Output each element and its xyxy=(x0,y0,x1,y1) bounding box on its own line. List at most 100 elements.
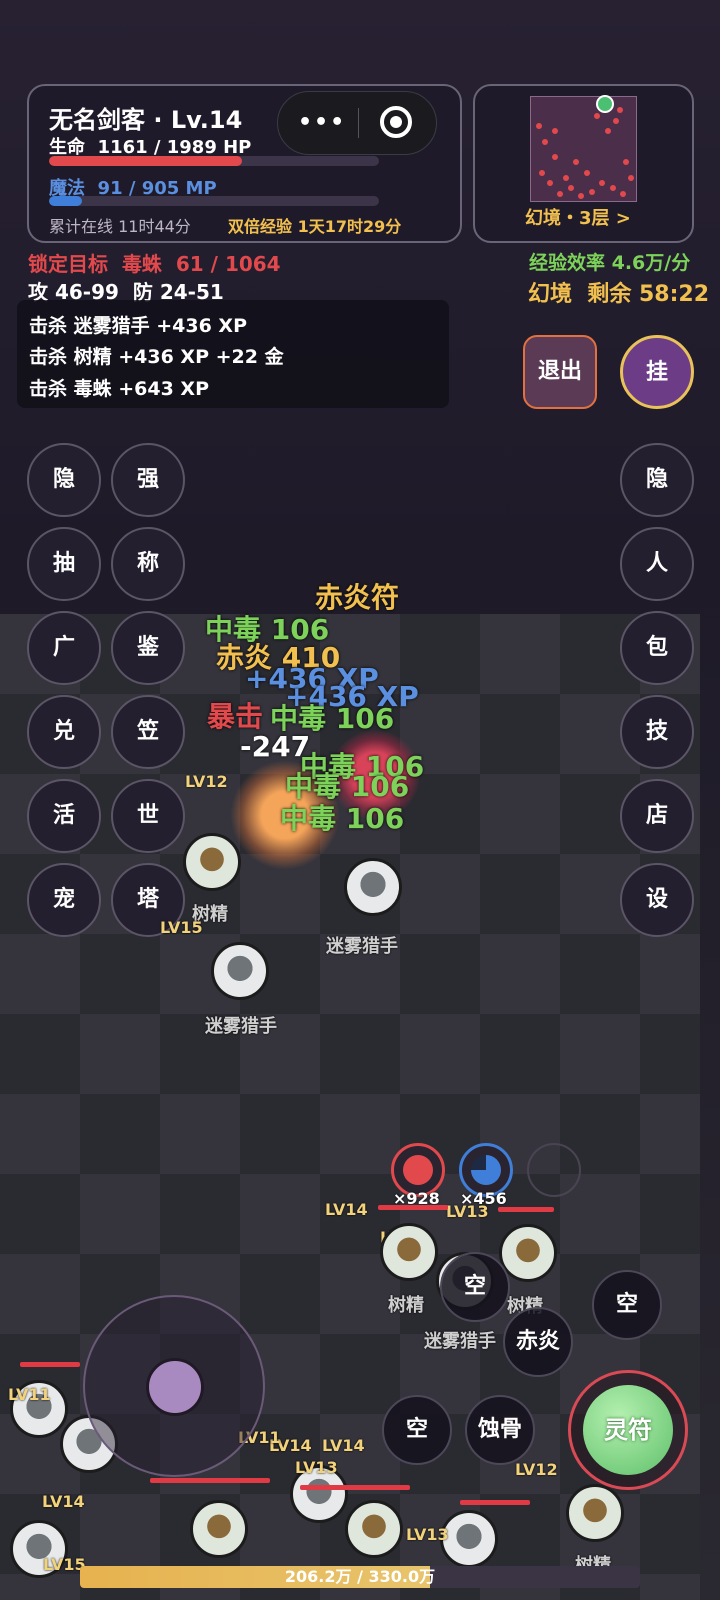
monster-hp-bar xyxy=(300,1485,410,1490)
empty-potion-slot[interactable] xyxy=(527,1143,581,1197)
minimap-monster-dot xyxy=(562,175,569,181)
menu-button-pets[interactable]: 宠 xyxy=(27,863,101,937)
minimap-monster-dot xyxy=(536,123,543,129)
minimap-monster-dot xyxy=(583,169,590,176)
menu-button-hide[interactable]: 隐 xyxy=(27,443,101,517)
lingfu-ring: 灵符 xyxy=(568,1370,688,1490)
menu-button-broadcast[interactable]: 广 xyxy=(27,611,101,685)
xp-efficiency: 经验效率 4.6万/分 xyxy=(529,252,691,274)
minimap-floor-label[interactable]: 幻境・3层 > xyxy=(525,204,631,230)
tree-spirit-monster[interactable] xyxy=(190,1500,248,1558)
minimap-monster-dot xyxy=(539,169,546,176)
menu-button-hat[interactable]: 笠 xyxy=(111,695,185,769)
menu-button-settings[interactable]: 设 xyxy=(620,863,694,937)
minimap-area xyxy=(530,96,637,202)
minimap-monster-dot xyxy=(627,175,634,181)
monster-name: 迷雾猎手 xyxy=(205,1016,277,1037)
menu-button-character[interactable]: 人 xyxy=(620,527,694,601)
monster-level: LV11 xyxy=(8,1385,51,1404)
record-icon[interactable] xyxy=(380,106,412,138)
mist-hunter-monster[interactable] xyxy=(344,858,402,916)
monster-level: LV14 xyxy=(322,1436,365,1455)
monster-level: LV14 xyxy=(325,1200,368,1219)
capsule-divider xyxy=(358,108,359,138)
menu-button-draw[interactable]: 抽 xyxy=(27,527,101,601)
monster-level: LV12 xyxy=(185,772,228,791)
skill-shigu-button[interactable]: 蚀骨 xyxy=(465,1395,535,1465)
mp-potion-icon xyxy=(471,1155,501,1185)
kill-log-entry: 击杀 树精 +436 XP +22 金 xyxy=(29,346,284,368)
joystick-knob[interactable] xyxy=(146,1358,204,1416)
tree-spirit-monster[interactable] xyxy=(499,1224,557,1282)
auto-hang-button[interactable]: 挂 xyxy=(620,335,694,409)
monster-name: 树精 xyxy=(388,1295,424,1316)
damage-text: 中毒 106 xyxy=(280,802,405,835)
menu-button-world[interactable]: 世 xyxy=(111,779,185,853)
crit-text: 暴击 xyxy=(207,700,264,733)
menu-button-titles[interactable]: 称 xyxy=(111,527,185,601)
monster-level: LV13 xyxy=(295,1458,338,1477)
menu-button-bag[interactable]: 包 xyxy=(620,611,694,685)
minimap-monster-dot xyxy=(567,185,574,192)
minimap-monster-dot xyxy=(604,128,611,135)
monster-name: 迷雾猎手 xyxy=(326,936,398,957)
monster-level: LV14 xyxy=(42,1492,85,1511)
virtual-joystick[interactable] xyxy=(83,1295,265,1477)
menu-button-events[interactable]: 活 xyxy=(27,779,101,853)
realm-remaining: 幻境 剩余 58:22 xyxy=(528,282,710,307)
minimap-monster-dot xyxy=(609,185,616,192)
hp-potion-icon xyxy=(403,1155,433,1185)
tree-spirit-monster[interactable] xyxy=(380,1223,438,1281)
kill-log-entry: 击杀 迷雾猎手 +436 XP xyxy=(29,315,247,337)
minimap[interactable]: 幻境・3层 > xyxy=(473,84,694,243)
player-status-panel: 无名剑客 · Lv.14 ••• 生命 1161 / 1989 HP 魔法 91… xyxy=(27,84,462,243)
minimap-monster-dot xyxy=(623,159,630,166)
monster-hp-bar xyxy=(378,1205,448,1210)
minimap-monster-dot xyxy=(620,190,627,197)
tree-spirit-monster[interactable] xyxy=(566,1484,624,1542)
hp-bar xyxy=(49,156,379,166)
lingfu-skill-button[interactable]: 灵符 xyxy=(583,1385,673,1475)
menu-button-shop[interactable]: 店 xyxy=(620,779,694,853)
exit-button[interactable]: 退出 xyxy=(523,335,597,409)
locked-target: 锁定目标 毒蛛 61 / 1064 xyxy=(28,252,281,276)
minimap-monster-dot xyxy=(552,154,558,161)
mini-program-capsule[interactable]: ••• xyxy=(277,91,437,155)
monster-name: 迷雾猎手 xyxy=(424,1331,496,1352)
menu-button-skills[interactable]: 技 xyxy=(620,695,694,769)
monster-hp-bar xyxy=(150,1478,270,1483)
mp-bar xyxy=(49,196,379,206)
skill-slot-empty[interactable]: 空 xyxy=(440,1252,510,1322)
minimap-monster-dot xyxy=(541,138,548,145)
minimap-monster-dot xyxy=(557,190,564,197)
skill-slot-empty[interactable]: 空 xyxy=(592,1270,662,1340)
tree-spirit-monster[interactable] xyxy=(345,1500,403,1558)
monster-hp-bar xyxy=(20,1362,80,1367)
mist-hunter-monster[interactable] xyxy=(211,942,269,1000)
minimap-monster-dot xyxy=(599,180,606,187)
menu-button-exchange[interactable]: 兑 xyxy=(27,695,101,769)
player-marker-icon xyxy=(596,95,614,113)
minimap-monster-dot xyxy=(617,107,624,114)
minimap-monster-dot xyxy=(552,128,558,135)
menu-button-appraise[interactable]: 鉴 xyxy=(111,611,185,685)
online-time: 累计在线 11时44分 xyxy=(49,217,191,236)
monster-hp-bar xyxy=(460,1500,530,1505)
minimap-monster-dot xyxy=(594,112,600,119)
skill-chiyan-button[interactable]: 赤炎 xyxy=(503,1307,573,1377)
monster-level: LV13 xyxy=(406,1525,449,1544)
menu-button-hide-right[interactable]: 隐 xyxy=(620,443,694,517)
monster-level: LV13 xyxy=(446,1202,489,1221)
player-title: 无名剑客 · Lv.14 xyxy=(49,106,243,134)
kill-log: 击杀 迷雾猎手 +436 XP 击杀 树精 +436 XP +22 金 击杀 毒… xyxy=(17,300,449,408)
experience-text: 206.2万 / 330.0万 xyxy=(284,1567,436,1586)
minimap-monster-dot xyxy=(588,188,595,195)
monster-level: LV12 xyxy=(515,1460,558,1479)
minimap-monster-dot xyxy=(573,159,579,166)
more-icon[interactable]: ••• xyxy=(298,110,346,135)
menu-button-enhance[interactable]: 强 xyxy=(111,443,185,517)
monster-level: LV15 xyxy=(160,918,203,937)
tree-spirit-monster[interactable] xyxy=(183,833,241,891)
skill-slot-empty[interactable]: 空 xyxy=(382,1395,452,1465)
minimap-monster-dot xyxy=(612,117,619,124)
